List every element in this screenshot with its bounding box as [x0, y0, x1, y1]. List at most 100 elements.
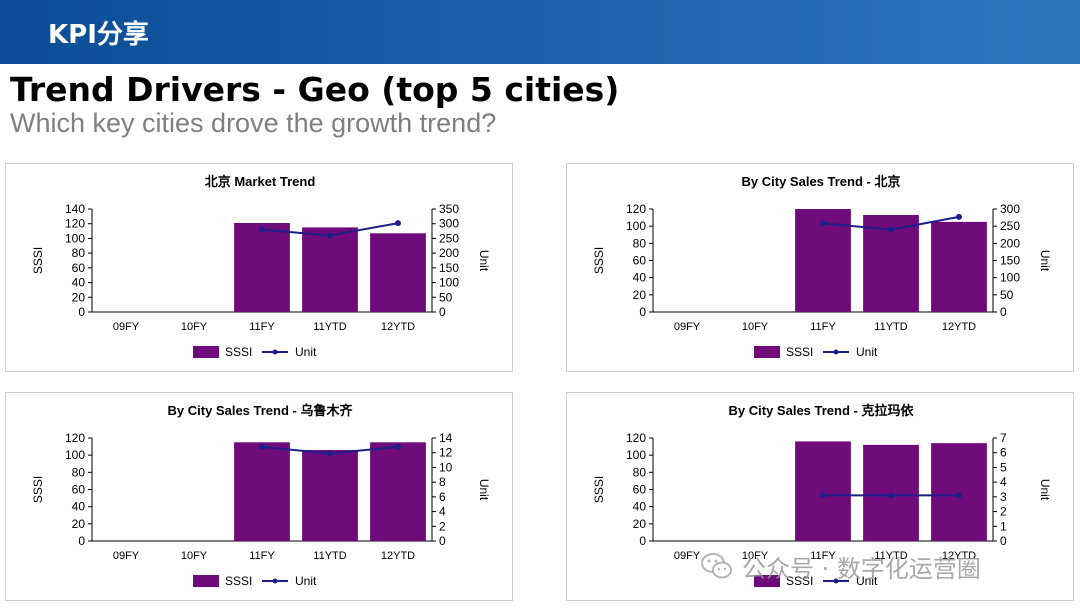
y-tick-label-left: 60: [633, 483, 647, 497]
y-tick-label-right: 2: [439, 519, 446, 533]
y-tick-label-right: 0: [439, 534, 446, 548]
chart-title: By City Sales Trend - 克拉玛依: [729, 403, 915, 418]
x-tick-label: 11FY: [249, 550, 275, 562]
bar-sssi: [370, 442, 426, 541]
y-tick-label-right: 7: [1000, 431, 1007, 445]
header-title: KPI分享: [48, 20, 149, 50]
chart-title: By City Sales Trend - 乌鲁木齐: [168, 403, 354, 418]
x-tick-label: 09FY: [113, 550, 140, 562]
y-tick-label-left: 100: [65, 448, 85, 462]
point-unit: [327, 232, 333, 239]
legend-marker-unit: [272, 578, 278, 584]
bar-sssi: [931, 221, 987, 312]
y-axis-label-right: Unit: [477, 479, 491, 501]
y-tick-label-left: 0: [78, 534, 85, 548]
y-tick-label-right: 0: [1000, 534, 1007, 548]
y-tick-label-right: 6: [439, 490, 446, 504]
y-tick-label-left: 100: [626, 448, 646, 462]
y-tick-label-right: 2: [1000, 505, 1007, 519]
y-tick-label-left: 120: [626, 202, 646, 216]
y-tick-label-left: 0: [639, 305, 646, 319]
bar-sssi: [795, 441, 851, 541]
y-axis-label-right: Unit: [1038, 479, 1052, 501]
x-tick-label: 11FY: [249, 321, 275, 333]
y-tick-label-right: 150: [439, 261, 459, 275]
legend-marker-unit: [272, 349, 278, 355]
y-tick-label-right: 150: [1000, 254, 1020, 268]
y-tick-label-right: 14: [439, 431, 453, 445]
point-unit: [395, 443, 401, 450]
y-tick-label-right: 3: [1000, 490, 1007, 504]
x-tick-label: 12YTD: [381, 550, 415, 562]
y-axis-label-left: SSSI: [31, 247, 45, 274]
y-tick-label-right: 200: [439, 246, 459, 260]
x-tick-label: 12YTD: [942, 321, 976, 333]
point-unit: [259, 443, 265, 450]
y-tick-label-right: 250: [439, 231, 459, 245]
y-tick-label-left: 140: [65, 202, 85, 216]
y-tick-label-right: 50: [439, 290, 453, 304]
point-unit: [395, 220, 401, 227]
point-unit: [888, 492, 894, 499]
y-tick-label-left: 60: [633, 254, 647, 268]
bar-sssi: [234, 442, 290, 541]
y-tick-label-left: 20: [633, 517, 647, 531]
y-tick-label-left: 80: [633, 236, 647, 250]
y-tick-label-right: 4: [1000, 475, 1007, 489]
y-tick-label-left: 120: [65, 431, 85, 445]
y-tick-label-left: 120: [65, 217, 85, 231]
y-tick-label-right: 100: [439, 276, 459, 290]
chart-beijing-sales-trend: By City Sales Trend - 北京 0 20 40 60 80 100 120 0…: [592, 174, 1052, 359]
legend-label-sssi: SSSI: [786, 345, 813, 359]
y-tick-label-left: 0: [639, 534, 646, 548]
y-tick-label-right: 0: [439, 305, 446, 319]
y-tick-label-right: 4: [439, 505, 446, 519]
chart-panel-beijing-sales: By City Sales Trend - 北京 0 20 40 60 80 100 120 0…: [566, 163, 1074, 372]
y-tick-label-left: 40: [633, 271, 647, 285]
chart-panel-urumqi-sales: By City Sales Trend - 乌鲁木齐 0 20 40 60 80 100 12…: [5, 392, 513, 601]
y-tick-label-right: 50: [1000, 288, 1014, 302]
page-title: Trend Drivers - Geo (top 5 cities): [10, 70, 620, 109]
legend-swatch-sssi: [754, 346, 780, 358]
y-tick-label-right: 100: [1000, 271, 1020, 285]
y-axis-label-right: Unit: [477, 250, 491, 272]
y-axis-label-left: SSSI: [592, 247, 606, 274]
legend-label-unit: Unit: [295, 574, 317, 588]
legend-label-sssi: SSSI: [225, 574, 252, 588]
chart-title: By City Sales Trend - 北京: [742, 174, 901, 189]
legend-label-unit: Unit: [856, 345, 878, 359]
legend-swatch-sssi: [193, 575, 219, 587]
legend-marker-unit: [833, 349, 839, 355]
watermark-text: 公众号 · 数字化运营圈: [742, 554, 981, 583]
y-tick-label-right: 300: [439, 217, 459, 231]
y-tick-label-left: 0: [78, 305, 85, 319]
y-tick-label-left: 40: [72, 276, 86, 290]
bar-sssi: [302, 450, 358, 541]
y-tick-label-left: 80: [72, 246, 86, 260]
y-tick-label-left: 80: [633, 465, 647, 479]
point-unit: [956, 492, 962, 499]
legend-label-sssi: SSSI: [225, 345, 252, 359]
y-tick-label-left: 60: [72, 261, 86, 275]
y-tick-label-left: 20: [633, 288, 647, 302]
bar-sssi: [370, 233, 426, 312]
wechat-icon: [701, 553, 732, 579]
y-tick-label-left: 40: [633, 500, 647, 514]
y-tick-label-left: 20: [72, 290, 86, 304]
y-axis-label-right: Unit: [1038, 250, 1052, 272]
y-tick-label-right: 10: [439, 460, 453, 474]
y-tick-label-left: 40: [72, 500, 86, 514]
watermark: 公众号 · 数字化运营圈: [700, 548, 981, 584]
y-axis-label-left: SSSI: [592, 476, 606, 503]
point-unit: [259, 226, 265, 233]
chart-title: 北京 Market Trend: [205, 174, 316, 189]
x-tick-label: 10FY: [181, 321, 208, 333]
y-tick-label-left: 60: [72, 483, 86, 497]
header-banner: KPI分享: [0, 0, 1080, 64]
legend-label-unit: Unit: [295, 345, 317, 359]
x-tick-label: 12YTD: [381, 321, 415, 333]
y-tick-label-left: 100: [626, 219, 646, 233]
x-tick-label: 09FY: [113, 321, 140, 333]
x-tick-label: 09FY: [674, 321, 701, 333]
y-tick-label-right: 0: [1000, 305, 1007, 319]
